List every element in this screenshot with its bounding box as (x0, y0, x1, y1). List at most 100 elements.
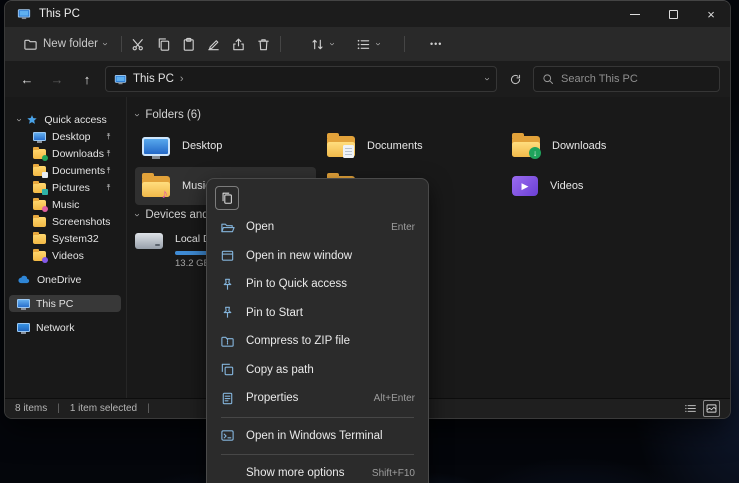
breadcrumb[interactable]: This PC › › (105, 66, 497, 92)
more-icon: ••• (430, 39, 442, 49)
new-window-icon (220, 248, 235, 263)
back-button[interactable]: ← (15, 67, 39, 91)
sidebar-item-videos[interactable]: Videos (9, 247, 121, 264)
pin-icon (104, 149, 113, 158)
search-box[interactable] (533, 66, 720, 92)
pin-icon (220, 305, 235, 320)
pin-icon (104, 166, 113, 175)
menu-item-show-more-options[interactable]: Show more options Shift+F10 (211, 459, 424, 483)
view-icon (356, 37, 371, 52)
desktop-folder-icon (142, 137, 170, 156)
pin-icon (104, 183, 113, 192)
new-folder-label: New folder (43, 38, 98, 50)
quick-access-icon (26, 114, 38, 126)
chevron-down-icon: › (14, 118, 24, 121)
onedrive-icon (17, 273, 31, 287)
menu-item-open-new-window[interactable]: Open in new window (211, 242, 424, 271)
command-bar: New folder › (5, 27, 730, 61)
menu-item-open-windows-terminal[interactable]: Open in Windows Terminal (211, 422, 424, 451)
maximize-icon (669, 10, 678, 19)
sidebar-item-quick-access[interactable]: › Quick access (9, 111, 121, 128)
sidebar-item-documents[interactable]: Documents (9, 162, 121, 179)
folder-tile-videos[interactable]: ▶ Videos (505, 167, 686, 205)
sidebar-item-desktop[interactable]: Desktop (9, 128, 121, 145)
drive-icon (135, 233, 163, 249)
selection-count: 1 item selected (70, 403, 137, 414)
sidebar-item-pictures[interactable]: Pictures (9, 179, 121, 196)
delete-button[interactable] (256, 37, 271, 52)
see-more-button[interactable]: ••• (424, 35, 448, 53)
this-pc-icon (17, 7, 31, 21)
close-button[interactable]: × (692, 1, 730, 27)
folder-icon (33, 234, 46, 244)
music-folder-icon: ♪ (142, 176, 170, 197)
forward-icon: → (51, 72, 64, 87)
item-count: 8 items (15, 403, 47, 414)
up-icon: ↑ (84, 72, 91, 87)
chevron-down-icon: › (372, 42, 382, 45)
sidebar-item-system32[interactable]: System32 (9, 230, 121, 247)
menu-item-pin-start[interactable]: Pin to Start (211, 299, 424, 328)
address-dropdown-chevron-icon[interactable]: › (481, 77, 491, 80)
chevron-down-icon: › (100, 42, 110, 45)
minimize-icon (630, 14, 640, 15)
copy-path-icon (220, 362, 235, 377)
videos-folder-icon: ▶ (512, 176, 538, 196)
copy-button[interactable] (215, 186, 239, 210)
maximize-button[interactable] (654, 1, 692, 27)
refresh-button[interactable] (503, 67, 527, 91)
toolbar-separator (121, 36, 122, 52)
up-button[interactable]: ↑ (75, 67, 99, 91)
breadcrumb-item-this-pc[interactable]: This PC (133, 73, 174, 85)
folder-tile-desktop[interactable]: Desktop (135, 127, 316, 165)
search-input[interactable] (561, 73, 711, 85)
network-icon (17, 323, 30, 332)
menu-item-compress-zip[interactable]: Compress to ZIP file (211, 327, 424, 356)
downloads-folder-icon: ↓ (512, 136, 540, 157)
rename-button[interactable] (206, 37, 221, 52)
sidebar-item-music[interactable]: Music (9, 196, 121, 213)
downloads-icon (33, 149, 46, 159)
sort-button[interactable]: › (304, 33, 339, 56)
folder-tile-downloads[interactable]: ↓ Downloads (505, 127, 686, 165)
toolbar-separator (404, 36, 405, 52)
menu-item-properties[interactable]: Properties Alt+Enter (211, 384, 424, 413)
sidebar-item-this-pc[interactable]: This PC (9, 295, 121, 312)
sidebar-item-downloads[interactable]: Downloads (9, 145, 121, 162)
navigation-pane: › Quick access Desktop Downloads Documen… (5, 97, 125, 398)
sidebar-item-network[interactable]: Network (9, 319, 121, 336)
terminal-icon (220, 428, 235, 443)
new-folder-icon (23, 37, 38, 52)
copy-button[interactable] (156, 37, 171, 52)
music-icon (33, 200, 46, 210)
cut-button[interactable] (131, 37, 146, 52)
menu-item-open[interactable]: Open Enter (211, 213, 424, 242)
chevron-down-icon: › (132, 113, 142, 116)
details-view-button[interactable] (684, 402, 697, 415)
view-button[interactable]: › (350, 33, 385, 56)
forward-button[interactable]: → (45, 67, 69, 91)
folder-tile-documents[interactable]: Documents (320, 127, 501, 165)
menu-item-copy-as-path[interactable]: Copy as path (211, 356, 424, 385)
chevron-down-icon: › (327, 42, 337, 45)
search-icon (542, 73, 554, 85)
menu-item-pin-quick-access[interactable]: Pin to Quick access (211, 270, 424, 299)
chevron-down-icon: › (132, 213, 142, 216)
menu-separator (221, 454, 414, 455)
sidebar-item-onedrive[interactable]: OneDrive (9, 271, 121, 288)
title-bar: This PC × (5, 1, 730, 27)
pictures-icon (33, 183, 46, 193)
documents-icon (33, 166, 46, 176)
minimize-button[interactable] (616, 1, 654, 27)
folders-section-header[interactable]: › Folders (6) (135, 109, 201, 121)
documents-folder-icon (327, 136, 355, 157)
sidebar-item-screenshots[interactable]: Screenshots (9, 213, 121, 230)
large-icons-view-button[interactable] (703, 400, 720, 417)
this-pc-icon (114, 73, 127, 86)
paste-button[interactable] (181, 37, 196, 52)
close-icon: × (707, 7, 715, 22)
context-menu: Open Enter Open in new window Pin to Qui… (206, 178, 429, 483)
this-pc-icon (17, 299, 30, 308)
share-button[interactable] (231, 37, 246, 52)
new-folder-button[interactable]: New folder › (17, 33, 112, 56)
